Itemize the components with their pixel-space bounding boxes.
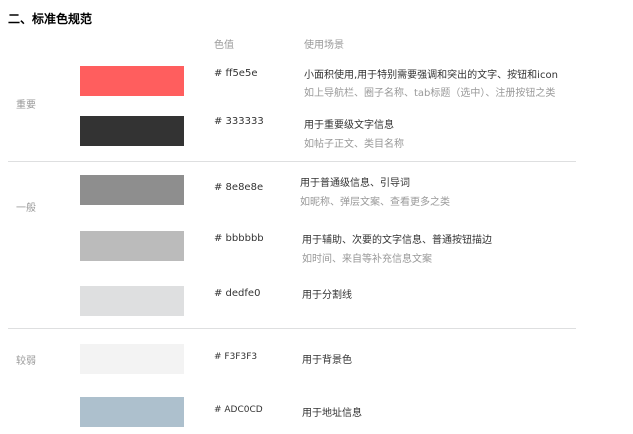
color-usage: 用于辅助、次要的文字信息、普通按钮描边 — [302, 235, 492, 246]
color-swatch — [80, 175, 184, 205]
group-divider — [8, 161, 576, 162]
color-usage-detail: 如时间、来自等补充信息文案 — [302, 254, 432, 265]
group-label-general: 一般 — [16, 203, 36, 214]
color-usage: 小面积使用,用于特别需要强调和突出的文字、按钮和icon — [304, 70, 558, 81]
usage-header: 使用场景 — [304, 40, 344, 51]
color-swatch — [80, 116, 184, 146]
color-hex-label: # dedfe0 — [214, 288, 261, 299]
color-hex-label: # 8e8e8e — [214, 182, 264, 193]
color-hex-label: # F3F3F3 — [214, 352, 258, 362]
color-hex-label: # ff5e5e — [214, 68, 258, 79]
color-hex-label: # bbbbbb — [214, 233, 264, 244]
color-swatch — [80, 397, 184, 427]
group-label-important: 重要 — [16, 100, 36, 111]
color-swatch — [80, 231, 184, 261]
color-usage-detail: 如上导航栏、圈子名称、tab标题（选中）、注册按钮之类 — [304, 88, 556, 99]
color-hex-label: # ADC0CD — [214, 405, 263, 415]
color-value-header: 色值 — [214, 40, 234, 51]
color-swatch — [80, 66, 184, 96]
color-swatch — [80, 286, 184, 316]
color-swatch — [80, 344, 184, 374]
color-hex-label: # 333333 — [214, 116, 264, 127]
color-usage: 用于背景色 — [302, 355, 352, 366]
section-title: 二、标准色规范 — [8, 12, 93, 26]
color-usage: 用于地址信息 — [302, 408, 362, 419]
color-usage-detail: 如昵称、弹层文案、查看更多之类 — [300, 197, 450, 208]
group-label-weak: 较弱 — [16, 356, 36, 367]
color-usage-detail: 如帖子正文、类目名称 — [304, 139, 404, 150]
color-usage: 用于普通级信息、引导词 — [300, 178, 410, 189]
color-usage: 用于重要级文字信息 — [304, 120, 394, 131]
group-divider — [8, 328, 576, 329]
color-usage: 用于分割线 — [302, 290, 352, 301]
